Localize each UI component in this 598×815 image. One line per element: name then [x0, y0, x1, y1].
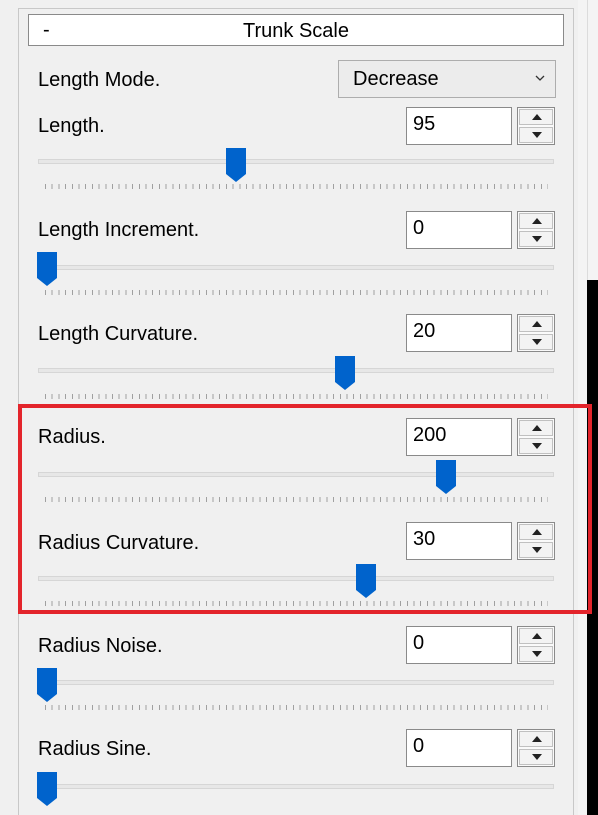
- arrow-up-icon: [532, 321, 542, 327]
- chevron-down-icon: [535, 75, 545, 81]
- arrow-down-icon: [532, 339, 542, 345]
- length-curvature-input[interactable]: 20: [406, 314, 512, 352]
- section-title: Trunk Scale: [243, 20, 349, 42]
- settings-panel: - Trunk Scale Length Mode. Decrease Leng…: [0, 0, 598, 815]
- length-increment-label: Length Increment.: [38, 219, 200, 241]
- radius-noise-input[interactable]: 0: [406, 626, 512, 664]
- radius-noise-down-button[interactable]: [519, 646, 553, 662]
- length-slider-thumb[interactable]: [226, 148, 246, 182]
- length-spinner[interactable]: [517, 107, 555, 145]
- length-increment-input[interactable]: 0: [406, 211, 512, 249]
- radius-noise-up-button[interactable]: [519, 628, 553, 644]
- radius-sine-slider-thumb[interactable]: [37, 772, 57, 806]
- length-increment-button[interactable]: [519, 109, 553, 125]
- length-curvature-slider-track[interactable]: [38, 368, 554, 373]
- length-curvature-down-button[interactable]: [519, 334, 553, 350]
- length-increment-slider-thumb[interactable]: [37, 252, 57, 286]
- length-increment-value: 0: [413, 217, 425, 239]
- radius-noise-slider-thumb[interactable]: [37, 668, 57, 702]
- length-value: 95: [413, 113, 436, 135]
- length-increment-spinner[interactable]: [517, 211, 555, 249]
- section-header-trunk-scale[interactable]: - Trunk Scale: [28, 14, 564, 46]
- length-increment-down-button[interactable]: [519, 231, 553, 247]
- highlight-box: [18, 404, 592, 614]
- length-curvature-label: Length Curvature.: [38, 323, 199, 345]
- length-slider-ticks: [45, 184, 548, 189]
- length-curvature-up-button[interactable]: [519, 316, 553, 332]
- length-curvature-spinner[interactable]: [517, 314, 555, 352]
- length-increment-slider-track[interactable]: [38, 265, 554, 270]
- radius-noise-slider-ticks: [45, 705, 548, 710]
- arrow-up-icon: [532, 633, 542, 639]
- radius-sine-input[interactable]: 0: [406, 729, 512, 767]
- arrow-up-icon: [532, 218, 542, 224]
- arrow-up-icon: [532, 736, 542, 742]
- length-mode-value: Decrease: [353, 68, 439, 90]
- length-mode-dropdown[interactable]: Decrease: [338, 60, 556, 98]
- radius-noise-slider-track[interactable]: [38, 680, 554, 685]
- length-increment-slider-ticks: [45, 290, 548, 295]
- length-slider-track[interactable]: [38, 159, 554, 164]
- radius-sine-spinner[interactable]: [517, 729, 555, 767]
- length-curvature-slider-ticks: [45, 394, 548, 399]
- radius-noise-label: Radius Noise.: [38, 635, 163, 657]
- length-curvature-value: 20: [413, 320, 436, 342]
- arrow-down-icon: [532, 651, 542, 657]
- scrollbar-track: [587, 0, 588, 280]
- length-decrement-button[interactable]: [519, 127, 553, 143]
- length-increment-up-button[interactable]: [519, 213, 553, 229]
- radius-noise-spinner[interactable]: [517, 626, 555, 664]
- radius-sine-down-button[interactable]: [519, 749, 553, 765]
- radius-noise-value: 0: [413, 632, 425, 654]
- length-label: Length.: [38, 115, 105, 137]
- arrow-down-icon: [532, 236, 542, 242]
- length-mode-label: Length Mode.: [38, 69, 161, 91]
- radius-sine-up-button[interactable]: [519, 731, 553, 747]
- radius-sine-label: Radius Sine.: [38, 738, 152, 760]
- length-input[interactable]: 95: [406, 107, 512, 145]
- radius-sine-slider-track[interactable]: [38, 784, 554, 789]
- arrow-up-icon: [532, 114, 542, 120]
- arrow-down-icon: [532, 754, 542, 760]
- arrow-down-icon: [532, 132, 542, 138]
- radius-sine-value: 0: [413, 735, 425, 757]
- length-curvature-slider-thumb[interactable]: [335, 356, 355, 390]
